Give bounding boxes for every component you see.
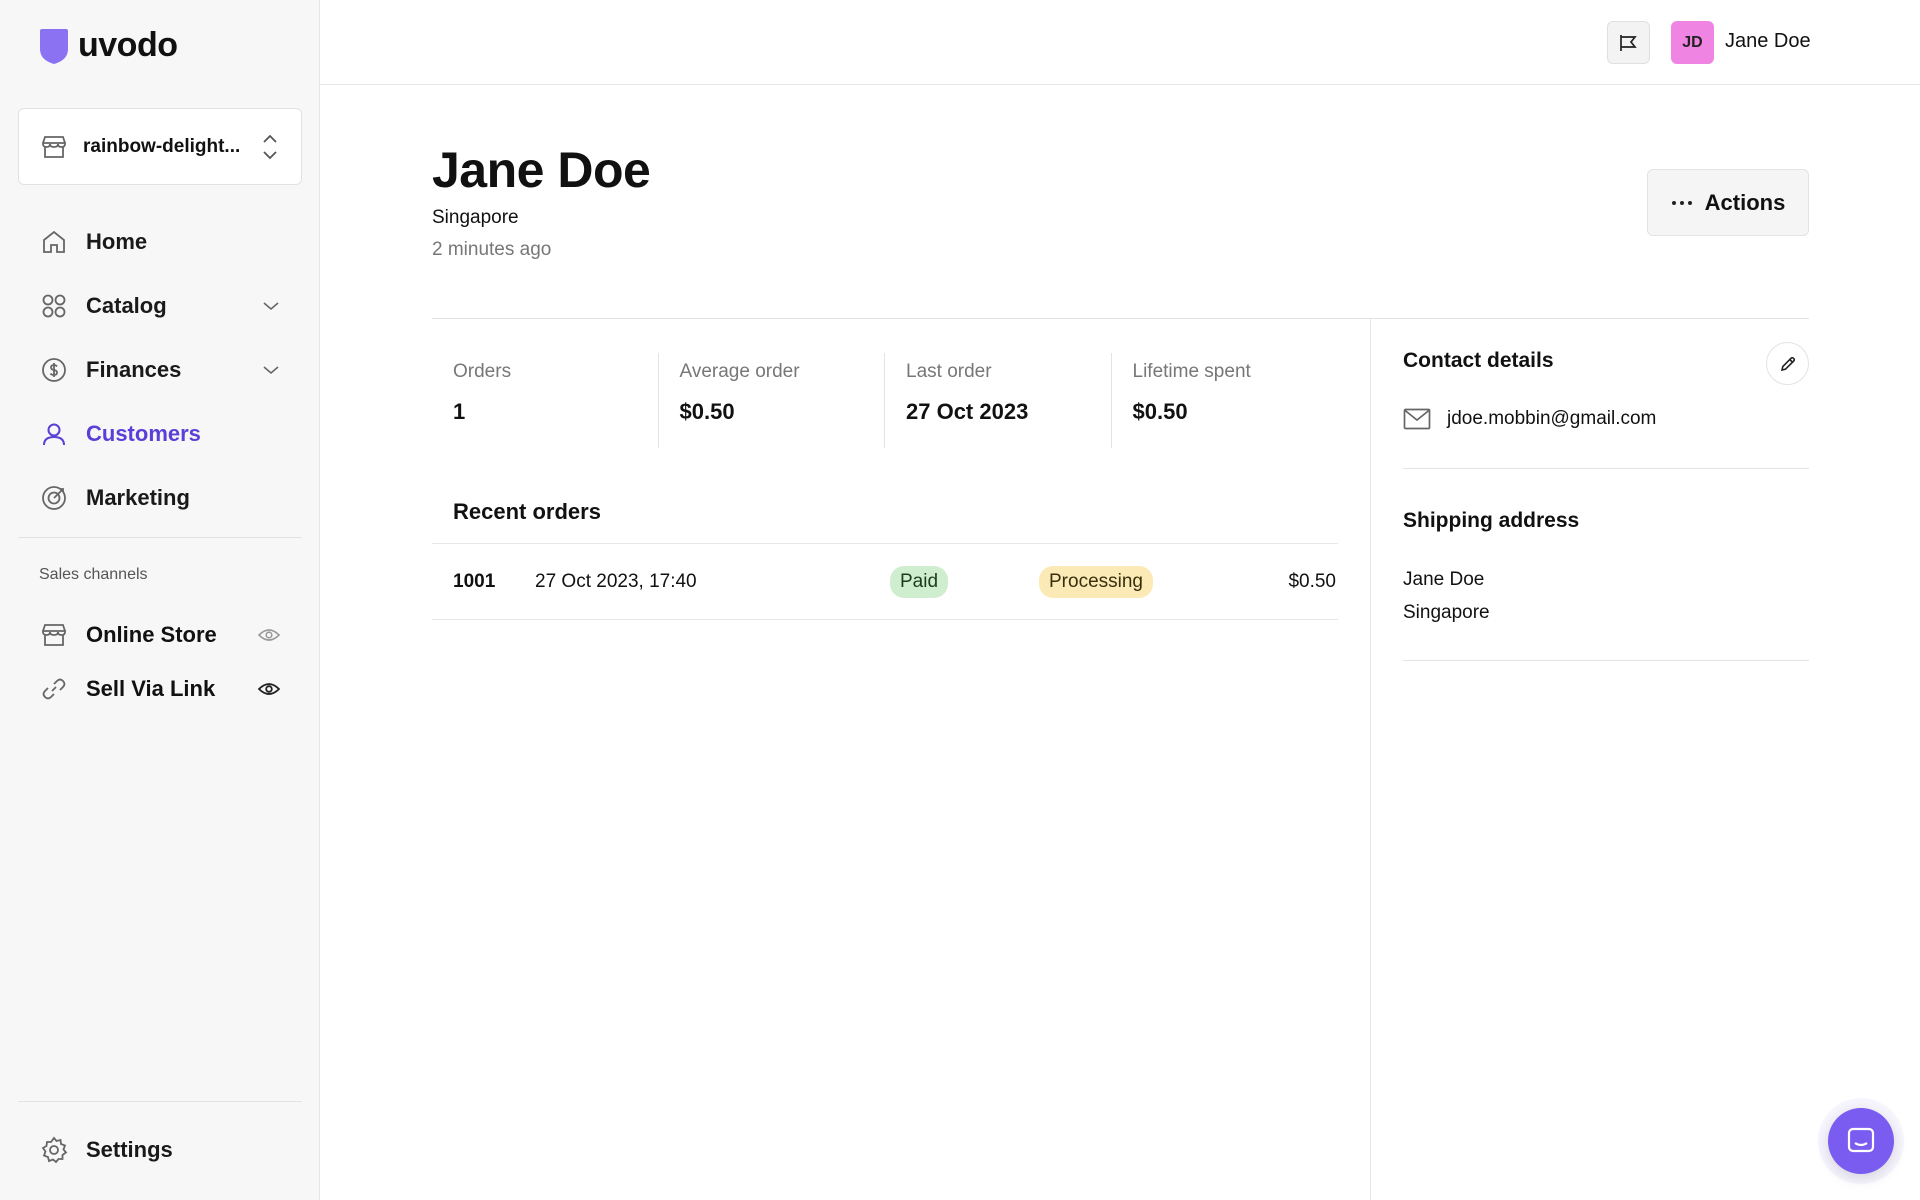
- uvodo-logo-icon: [40, 28, 68, 64]
- panel-divider: [1403, 660, 1809, 661]
- channel-label: Sell Via Link: [86, 676, 216, 701]
- order-date: 27 Oct 2023, 17:40: [535, 570, 697, 592]
- sidebar-divider: [18, 1101, 302, 1102]
- store-icon: [40, 621, 68, 649]
- home-icon: [40, 228, 68, 256]
- order-total: $0.50: [1288, 570, 1336, 592]
- payment-status-badge: Paid: [890, 565, 949, 598]
- recent-orders-heading: Recent orders: [453, 499, 601, 524]
- shipping-country: Singapore: [1403, 602, 1490, 623]
- nav-item-customers[interactable]: Customers: [18, 402, 302, 466]
- mail-icon: [1403, 408, 1431, 430]
- chat-icon: [1847, 1127, 1875, 1153]
- channel-label: Online Store: [86, 622, 217, 647]
- eye-icon[interactable]: [258, 628, 280, 642]
- dollar-icon: [40, 356, 68, 384]
- sales-channels-list: Online Store Sell Via Link: [18, 608, 302, 716]
- actions-button[interactable]: Actions: [1647, 169, 1809, 236]
- announcements-button[interactable]: [1607, 21, 1650, 64]
- customer-detail: Jane Doe Singapore 2 minutes ago Actions…: [320, 85, 1920, 1200]
- nav-label: Marketing: [86, 485, 190, 510]
- nav-item-marketing[interactable]: Marketing: [18, 466, 302, 530]
- gear-icon: [40, 1136, 68, 1164]
- customer-location: Singapore: [432, 207, 519, 228]
- store-name: rainbow-delight...: [83, 135, 241, 157]
- fulfillment-status-cell: Processing: [1039, 565, 1259, 598]
- nav-item-settings[interactable]: Settings: [18, 1118, 302, 1182]
- chevron-down-icon[interactable]: [262, 300, 280, 312]
- link-icon: [40, 675, 68, 703]
- contact-email[interactable]: jdoe.mobbin@gmail.com: [1447, 408, 1656, 430]
- stat-value: $0.50: [1132, 399, 1188, 424]
- customer-stats: Orders 1 Average order $0.50 Last order …: [432, 353, 1337, 448]
- stat-value: 1: [453, 399, 466, 424]
- stat-value: 27 Oct 2023: [906, 399, 1029, 424]
- sales-channels-heading: Sales channels: [39, 566, 148, 583]
- stat-value: $0.50: [679, 399, 735, 424]
- eye-icon[interactable]: [258, 682, 280, 696]
- target-icon: [40, 484, 68, 512]
- sidebar-divider: [18, 537, 302, 538]
- customer-last-active: 2 minutes ago: [432, 239, 552, 260]
- pencil-icon: [1780, 356, 1795, 371]
- shipping-name: Jane Doe: [1403, 569, 1485, 590]
- stat-label: Orders: [453, 361, 512, 382]
- header-divider: [432, 318, 1809, 319]
- more-horizontal-icon: [1671, 200, 1692, 205]
- avatar[interactable]: JD: [1671, 21, 1714, 64]
- grid-icon: [40, 292, 68, 320]
- channel-sell-via-link[interactable]: Sell Via Link: [18, 662, 302, 716]
- stat-label: Last order: [906, 361, 992, 382]
- actions-label: Actions: [1704, 189, 1786, 215]
- order-number: 1001: [453, 570, 496, 592]
- column-divider: [1370, 319, 1371, 1200]
- stat-orders: Orders 1: [432, 353, 658, 448]
- stat-label: Lifetime spent: [1132, 361, 1251, 382]
- contact-email-row: jdoe.mobbin@gmail.com: [1403, 408, 1656, 430]
- nav-item-catalog[interactable]: Catalog: [18, 274, 302, 338]
- main-nav: Home Catalog Finances Customers Marketin…: [18, 210, 302, 530]
- stat-last-order: Last order 27 Oct 2023: [884, 353, 1111, 448]
- megaphone-icon: [1619, 34, 1637, 51]
- contact-details-heading: Contact details: [1403, 349, 1554, 372]
- chevron-up-down-icon: [263, 134, 277, 159]
- nav-label: Customers: [86, 421, 201, 446]
- brand-name: uvodo: [78, 26, 178, 64]
- brand-logo[interactable]: uvodo: [38, 26, 178, 65]
- fulfillment-status-badge: Processing: [1039, 565, 1153, 598]
- store-icon: [42, 135, 66, 158]
- top-bar: JD Jane Doe: [320, 0, 1920, 85]
- stat-label: Average order: [679, 361, 800, 382]
- recent-orders-table: 1001 27 Oct 2023, 17:40 Paid Processing …: [432, 543, 1338, 620]
- store-switcher[interactable]: rainbow-delight...: [18, 108, 302, 185]
- edit-contact-button[interactable]: [1766, 342, 1809, 385]
- stat-average-order: Average order $0.50: [657, 353, 885, 448]
- stat-lifetime-spent: Lifetime spent $0.50: [1110, 353, 1338, 448]
- nav-label: Settings: [86, 1137, 173, 1162]
- panel-divider: [1403, 468, 1809, 469]
- channel-online-store[interactable]: Online Store: [18, 608, 302, 662]
- user-icon: [40, 420, 68, 448]
- nav-label: Home: [86, 229, 148, 254]
- sidebar: uvodo rainbow-delight... Home Catalog Fi…: [0, 0, 320, 1200]
- nav-item-finances[interactable]: Finances: [18, 338, 302, 402]
- nav-label: Catalog: [86, 293, 167, 318]
- chat-launcher-button[interactable]: [1828, 1108, 1894, 1174]
- shipping-address-heading: Shipping address: [1403, 509, 1580, 532]
- page-title: Jane Doe: [432, 142, 651, 198]
- user-name[interactable]: Jane Doe: [1725, 30, 1811, 53]
- table-row[interactable]: 1001 27 Oct 2023, 17:40 Paid Processing …: [432, 543, 1338, 620]
- nav-item-home[interactable]: Home: [18, 210, 302, 274]
- nav-label: Finances: [86, 357, 182, 382]
- chevron-down-icon[interactable]: [262, 364, 280, 376]
- payment-status-cell: Paid: [890, 565, 1039, 598]
